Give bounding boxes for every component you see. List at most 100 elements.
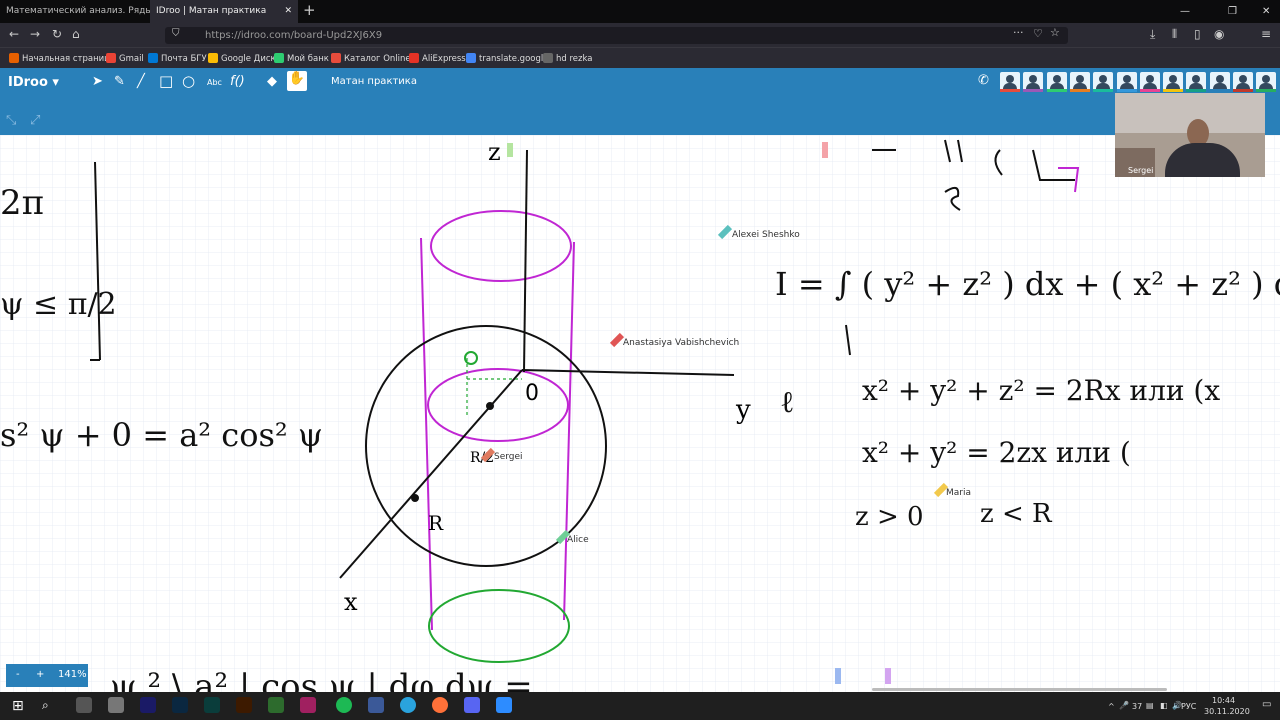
- discord-icon[interactable]: [464, 697, 480, 713]
- bookmark-item[interactable]: Gmail: [106, 53, 144, 64]
- horizontal-scrollbar[interactable]: [872, 688, 1167, 691]
- pocket-icon[interactable]: ♡: [1033, 27, 1043, 40]
- spotify-icon[interactable]: [336, 697, 352, 713]
- close-tab-icon[interactable]: ✕: [284, 0, 292, 23]
- participant-avatar-icon[interactable]: [1046, 72, 1067, 92]
- url-text[interactable]: https://idroo.com/board-Upd2XJ6X9: [205, 30, 382, 41]
- app-icon[interactable]: [368, 697, 384, 713]
- photoshop-icon[interactable]: [172, 697, 188, 713]
- board-title[interactable]: Матан практика: [331, 76, 417, 87]
- microphone-icon[interactable]: 🎤: [1119, 701, 1129, 710]
- formula-tool-icon[interactable]: f(): [230, 74, 245, 89]
- cursor-label: Maria: [946, 488, 971, 498]
- clock-date[interactable]: 30.11.2020: [1204, 707, 1250, 716]
- select-tool-icon[interactable]: ➤: [92, 74, 103, 89]
- pen-tool-icon[interactable]: ✎: [114, 74, 125, 89]
- ellipse-tool-icon[interactable]: ○: [182, 72, 195, 90]
- search-icon[interactable]: ⌕: [42, 698, 49, 713]
- clock-time[interactable]: 10:44: [1212, 696, 1235, 705]
- participant-avatar-icon[interactable]: [1000, 72, 1020, 92]
- video-feed[interactable]: [1115, 93, 1265, 177]
- rectangle-tool-icon[interactable]: □: [159, 72, 173, 90]
- bookmark-item[interactable]: Начальная страница: [9, 53, 115, 64]
- sidebar-icon[interactable]: ▯: [1194, 27, 1201, 41]
- downloads-icon[interactable]: ⤓: [1150, 27, 1155, 42]
- bookmark-item[interactable]: hd rezka: [543, 53, 592, 64]
- bookmark-star-icon[interactable]: ☆: [1050, 26, 1060, 39]
- formula-curve-label: ℓ: [780, 385, 794, 420]
- minimize-icon[interactable]: —: [1180, 0, 1190, 23]
- maximize-icon[interactable]: ❐: [1228, 0, 1237, 23]
- participant-avatar-icon[interactable]: [1233, 72, 1253, 92]
- idroo-logo[interactable]: IDroo ▾: [8, 75, 59, 90]
- cursor-label: Sergei: [494, 452, 523, 462]
- reload-icon[interactable]: ↻: [52, 27, 62, 41]
- formula-cylinder: x² + y² = 2zx или (: [862, 436, 1131, 469]
- tray-chevron-icon[interactable]: ^: [1108, 702, 1115, 711]
- camtasia-icon[interactable]: [268, 697, 284, 713]
- forward-icon[interactable]: →: [30, 27, 40, 41]
- bookmark-item[interactable]: AliExpress: [409, 53, 466, 64]
- new-tab-icon[interactable]: +: [303, 1, 316, 19]
- formula-integral: I = ∫ ( y² + z² ) dx + ( x² + z² ) dy +: [775, 265, 1280, 303]
- wifi-icon[interactable]: ▤: [1146, 701, 1154, 710]
- radius-label: R: [428, 511, 444, 535]
- premiere-icon[interactable]: [140, 697, 156, 713]
- eraser-tool-icon[interactable]: ◆: [267, 74, 277, 89]
- zoom-app-icon[interactable]: [496, 697, 512, 713]
- formula-left-middle: s² ψ + 0 = a² cos² ψ: [0, 416, 323, 454]
- bookmark-item[interactable]: Каталог Onliner: [331, 53, 414, 64]
- explorer-icon[interactable]: [108, 697, 124, 713]
- participant-avatar-icon[interactable]: [1256, 72, 1277, 92]
- participant-avatar-icon[interactable]: [1093, 72, 1114, 92]
- zoom-out-button[interactable]: -: [16, 669, 20, 680]
- telegram-icon[interactable]: [400, 697, 416, 713]
- participant-avatar-icon[interactable]: [1209, 72, 1230, 92]
- bookmark-item[interactable]: Google Диск: [208, 53, 276, 64]
- app-icon[interactable]: [300, 697, 316, 713]
- back-icon[interactable]: ←: [9, 27, 19, 41]
- zoom-in-button[interactable]: +: [36, 669, 44, 680]
- undo-icon[interactable]: ⤡: [6, 113, 16, 128]
- bookmark-icon: [409, 53, 419, 63]
- redo-icon[interactable]: ⤢: [30, 113, 40, 128]
- cursor-label: Alexei Sheshko: [732, 230, 800, 240]
- participant-avatar-icon[interactable]: [1163, 72, 1184, 92]
- formula-left-phi: ψ ≤ π/2: [0, 287, 117, 322]
- library-icon[interactable]: ⫴: [1172, 27, 1177, 42]
- network-icon[interactable]: ◧: [1160, 701, 1168, 710]
- notification-icon[interactable]: ▭: [1262, 699, 1271, 710]
- shield-icon: ⛉: [172, 28, 180, 39]
- windows-start-icon[interactable]: ⊞: [12, 698, 24, 714]
- bookmark-item[interactable]: Почта БГУ: [148, 53, 207, 64]
- windows-taskbar: [0, 692, 1280, 720]
- menu-icon[interactable]: ≡: [1261, 27, 1271, 41]
- participant-avatar-icon[interactable]: [1186, 72, 1207, 92]
- text-tool-icon[interactable]: Abc: [207, 78, 222, 87]
- language-indicator[interactable]: РУС: [1181, 702, 1196, 711]
- whiteboard-canvas[interactable]: z y x 0 R/2 R I = ∫ ( y² + z² ) dx + ( x…: [0, 135, 1280, 692]
- zoom-level[interactable]: 141%: [58, 669, 87, 680]
- illustrator-icon[interactable]: [236, 697, 252, 713]
- firefox-icon[interactable]: [432, 697, 448, 713]
- cursor-label: Alice: [567, 535, 589, 545]
- participant-avatar-icon[interactable]: [1023, 72, 1044, 92]
- account-icon[interactable]: ◉: [1214, 27, 1224, 41]
- tab-idroo[interactable]: IDroo | Матан практика ✕: [150, 0, 298, 23]
- origin-label: 0: [525, 381, 539, 406]
- participant-avatar-icon[interactable]: [1116, 72, 1137, 92]
- home-icon[interactable]: ⌂: [72, 27, 80, 41]
- hand-tool-icon[interactable]: ✋: [287, 71, 307, 91]
- bookmark-item[interactable]: translate.google: [466, 53, 548, 64]
- bookmark-icon: [208, 53, 218, 63]
- phone-icon[interactable]: ✆: [978, 73, 989, 88]
- tab-math-analysis[interactable]: Математический анализ. Ряды и: [0, 0, 150, 23]
- participant-avatar-icon[interactable]: [1069, 72, 1090, 92]
- close-window-icon[interactable]: ✕: [1262, 0, 1270, 23]
- bookmark-item[interactable]: Мой банк: [274, 53, 329, 64]
- more-icon[interactable]: ···: [1013, 26, 1024, 39]
- task-view-icon[interactable]: [76, 697, 92, 713]
- audition-icon[interactable]: [204, 697, 220, 713]
- line-tool-icon[interactable]: ╱: [137, 74, 145, 89]
- participant-avatar-icon[interactable]: [1139, 72, 1160, 92]
